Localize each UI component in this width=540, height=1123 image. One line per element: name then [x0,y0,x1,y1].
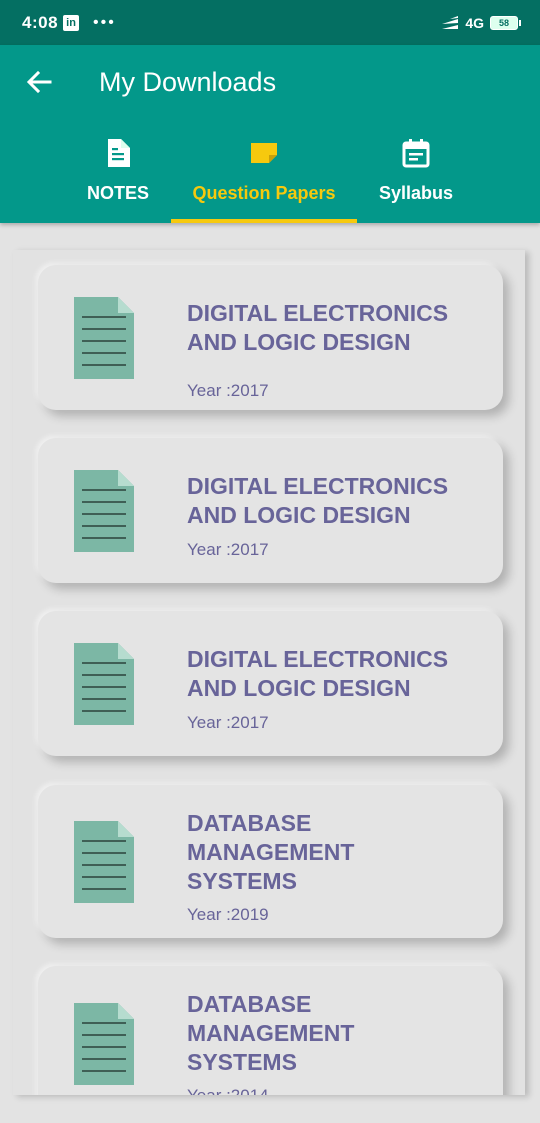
tab-question-papers[interactable]: Question Papers [171,137,357,221]
document-icon [74,643,134,725]
list-item[interactable]: DIGITAL ELECTRONICS AND LOGIC DESIGN Yea… [38,265,503,410]
network-type: 4G [465,14,484,31]
item-title: DATABASE MANAGEMENT SYSTEMS [187,810,355,894]
arrow-left-icon [26,70,52,94]
status-time: 4:08 [22,12,59,32]
battery-icon: 58 [490,15,521,30]
item-title: DIGITAL ELECTRONICS AND LOGIC DESIGN [187,300,449,355]
item-year: Year :2017 [187,381,269,400]
tab-notes[interactable]: NOTES [70,137,166,221]
tab-syllabus[interactable]: Syllabus [362,137,470,221]
item-year: Year :2017 [187,540,269,559]
status-bar: 4:08 in ••• 4G 58 [0,0,540,45]
active-tab-indicator [171,219,357,223]
list-item[interactable]: DATABASE MANAGEMENT SYSTEMS Year :2019 [38,785,503,938]
document-icon [74,297,134,379]
item-title: DATABASE MANAGEMENT SYSTEMS [187,991,355,1075]
signal-icon [442,15,459,29]
page-title: My Downloads [99,67,277,97]
item-year: Year :2019 [187,905,269,924]
item-year: Year :2014 [187,1086,269,1095]
item-title: DIGITAL ELECTRONICS AND LOGIC DESIGN [187,473,449,528]
note-icon [251,143,277,163]
document-icon [74,470,134,552]
linkedin-icon: in [63,14,80,31]
tab-label: Syllabus [378,183,454,203]
tab-label: NOTES [86,183,149,203]
app-bar: My Downloads NOTES Question Papers Sylla… [0,45,540,223]
document-icon [108,139,130,167]
more-notifications-icon: ••• [93,13,116,31]
back-button[interactable] [24,67,54,97]
downloads-list[interactable]: DIGITAL ELECTRONICS AND LOGIC DESIGN Yea… [13,250,525,1095]
tab-label: Question Papers [192,183,336,203]
calendar-icon [402,139,430,168]
item-year: Year :2017 [187,713,269,732]
list-item[interactable]: DIGITAL ELECTRONICS AND LOGIC DESIGN Yea… [38,438,503,583]
list-item[interactable]: DATABASE MANAGEMENT SYSTEMS Year :2014 [38,966,503,1095]
list-item[interactable]: DIGITAL ELECTRONICS AND LOGIC DESIGN Yea… [38,611,503,756]
item-title: DIGITAL ELECTRONICS AND LOGIC DESIGN [187,646,449,701]
document-icon [74,821,134,903]
document-icon [74,1003,134,1085]
status-right: 4G 58 [441,14,521,31]
